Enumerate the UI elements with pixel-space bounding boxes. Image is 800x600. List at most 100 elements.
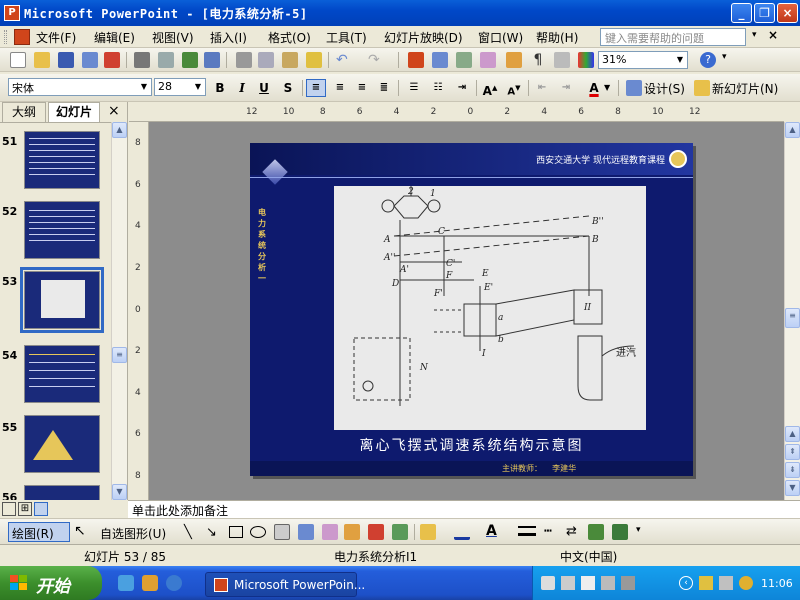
vertical-ruler[interactable]: 8 6 4 2 0 2 4 6 8 bbox=[129, 122, 149, 500]
numbering-button[interactable]: ☰ bbox=[404, 79, 424, 97]
font-select[interactable]: 宋体 ▼ bbox=[8, 78, 152, 96]
decrease-font-button[interactable]: A▼ bbox=[504, 79, 524, 97]
arrow-style-icon[interactable]: ⇄ bbox=[566, 524, 577, 539]
menu-tools[interactable]: 工具(T) bbox=[326, 29, 367, 46]
font-color-button[interactable]: A bbox=[584, 79, 604, 97]
font-color-dropdown-icon[interactable]: ▼ bbox=[604, 83, 610, 92]
pen-icon[interactable] bbox=[561, 576, 575, 590]
italic-button[interactable]: I bbox=[232, 79, 252, 97]
tables-borders-icon[interactable] bbox=[456, 52, 472, 68]
indent-button[interactable]: ⇥ bbox=[452, 79, 472, 97]
save-icon[interactable] bbox=[58, 52, 74, 68]
copy-icon[interactable] bbox=[258, 52, 274, 68]
menu-insert[interactable]: 插入(I) bbox=[210, 29, 247, 46]
menu-grip[interactable] bbox=[4, 30, 7, 44]
close-button[interactable]: × bbox=[777, 3, 798, 23]
help-dropdown-icon[interactable]: ▾ bbox=[752, 30, 762, 44]
autoshapes-button[interactable]: 自选图形(U) bbox=[100, 525, 166, 542]
design-button[interactable]: 设计(S) bbox=[644, 80, 685, 97]
align-left-button[interactable]: ≡ bbox=[306, 79, 326, 97]
slideshow-view-icon[interactable] bbox=[34, 502, 48, 516]
line-color-icon[interactable] bbox=[454, 524, 470, 540]
title-bar[interactable]: P Microsoft PowerPoint - [电力系统分析-5] _ ❐ … bbox=[0, 0, 800, 26]
slide-thumbnail-54[interactable] bbox=[24, 345, 100, 403]
email-icon[interactable] bbox=[104, 52, 120, 68]
scroll-thumb[interactable]: ≡ bbox=[112, 347, 127, 363]
show-grid-icon[interactable] bbox=[554, 52, 570, 68]
new-slide-icon[interactable] bbox=[694, 80, 710, 96]
panel-close-icon[interactable]: × bbox=[108, 103, 120, 119]
workspace-scrollbar[interactable]: ▲ ≡ ▲ ⇞ ⇟ ▼ bbox=[784, 122, 800, 500]
arrow-icon[interactable]: ↘ bbox=[206, 525, 217, 540]
undo-icon[interactable]: ↶ bbox=[336, 52, 352, 68]
menu-slideshow[interactable]: 幻灯片放映(D) bbox=[384, 29, 463, 46]
scroll-up-icon[interactable]: ▲ bbox=[785, 122, 800, 138]
insert-table-icon[interactable] bbox=[432, 52, 448, 68]
slide-thumbnail-56[interactable] bbox=[24, 485, 100, 501]
increase-font-button[interactable]: A▲ bbox=[480, 79, 500, 98]
rectangle-icon[interactable] bbox=[229, 526, 243, 538]
menu-edit[interactable]: 编辑(E) bbox=[94, 29, 135, 46]
new-slide-button[interactable]: 新幻灯片(N) bbox=[712, 80, 778, 97]
menu-help[interactable]: 帮助(H) bbox=[536, 29, 578, 46]
insert-picture-icon[interactable] bbox=[368, 524, 384, 540]
show-formatting-icon[interactable]: ¶ bbox=[530, 52, 546, 68]
tab-outline[interactable]: 大纲 bbox=[2, 102, 46, 122]
clipart-icon[interactable] bbox=[344, 524, 360, 540]
tray-app-icon[interactable] bbox=[699, 576, 713, 590]
shadow-button[interactable]: S bbox=[278, 79, 298, 97]
align-right-button[interactable]: ≡ bbox=[352, 79, 372, 97]
normal-view-icon[interactable] bbox=[2, 502, 16, 516]
scroll-up-icon[interactable]: ▲ bbox=[112, 122, 127, 138]
tools-icon[interactable] bbox=[601, 576, 615, 590]
powerpoint-app-icon[interactable]: P bbox=[4, 5, 20, 21]
keyboard-icon[interactable] bbox=[541, 576, 555, 590]
slide-thumbnail-51[interactable] bbox=[24, 131, 100, 189]
distributed-button[interactable]: ≣ bbox=[374, 79, 394, 97]
font-size-select[interactable]: 28 ▼ bbox=[154, 78, 206, 96]
show-desktop-icon[interactable] bbox=[118, 575, 134, 591]
slide-thumbnail-53[interactable] bbox=[20, 267, 104, 333]
toolbar-options-icon[interactable]: ▾ bbox=[722, 52, 727, 62]
diagram-icon[interactable] bbox=[322, 524, 338, 540]
ie-icon[interactable] bbox=[166, 575, 182, 591]
underline-button[interactable]: U bbox=[254, 79, 274, 97]
color-grayscale-icon[interactable] bbox=[578, 52, 594, 68]
menu-format[interactable]: 格式(O) bbox=[268, 29, 311, 46]
slide-thumbnail-55[interactable] bbox=[24, 415, 100, 473]
network-icon[interactable] bbox=[719, 576, 733, 590]
toolbar-options-icon[interactable]: ▾ bbox=[636, 525, 641, 535]
horizontal-ruler[interactable]: 12 10 8 6 4 2 0 2 4 6 8 10 12 bbox=[129, 102, 784, 122]
help-search-input[interactable]: 键入需要帮助的问题 bbox=[600, 28, 746, 46]
tab-slides[interactable]: 幻灯片 bbox=[48, 102, 100, 122]
help-tray-icon[interactable] bbox=[581, 576, 595, 590]
volume-icon[interactable] bbox=[739, 576, 753, 590]
slide-thumbnail-52[interactable] bbox=[24, 201, 100, 259]
oval-icon[interactable] bbox=[250, 526, 266, 538]
expand-all-icon[interactable] bbox=[506, 52, 522, 68]
bold-button[interactable]: B bbox=[210, 79, 230, 97]
quicklaunch-icon[interactable] bbox=[142, 575, 158, 591]
settings-icon[interactable] bbox=[621, 576, 635, 590]
align-center-button[interactable]: ≡ bbox=[330, 79, 350, 97]
scroll-down-icon[interactable]: ▼ bbox=[112, 484, 127, 500]
fill-color-icon[interactable] bbox=[420, 524, 436, 540]
thumbnail-scrollbar[interactable]: ▲ ≡ ▼ bbox=[111, 122, 127, 500]
clock[interactable]: 11:06 bbox=[761, 577, 793, 590]
restore-button[interactable]: ❐ bbox=[754, 3, 775, 23]
bullets-button[interactable]: ☷ bbox=[428, 79, 448, 97]
previous-slide-icon[interactable]: ⇞ bbox=[785, 444, 800, 460]
open-icon[interactable] bbox=[34, 52, 50, 68]
textbox-icon[interactable] bbox=[274, 524, 290, 540]
minimize-button[interactable]: _ bbox=[731, 3, 752, 23]
expand-tray-icon[interactable]: ‹ bbox=[679, 576, 693, 590]
scroll-thumb[interactable]: ≡ bbox=[785, 308, 800, 328]
spelling-icon[interactable] bbox=[182, 52, 198, 68]
shadow-style-icon[interactable] bbox=[588, 524, 604, 540]
taskbar-powerpoint-button[interactable]: Microsoft PowerPoin... bbox=[205, 572, 365, 597]
design-icon[interactable] bbox=[626, 80, 642, 96]
notes-pane[interactable]: 单击此处添加备注 bbox=[128, 500, 800, 518]
start-button[interactable]: 开始 bbox=[0, 566, 102, 600]
help-icon[interactable]: ? bbox=[700, 52, 716, 68]
decrease-indent-button[interactable]: ⇤ bbox=[532, 79, 552, 97]
